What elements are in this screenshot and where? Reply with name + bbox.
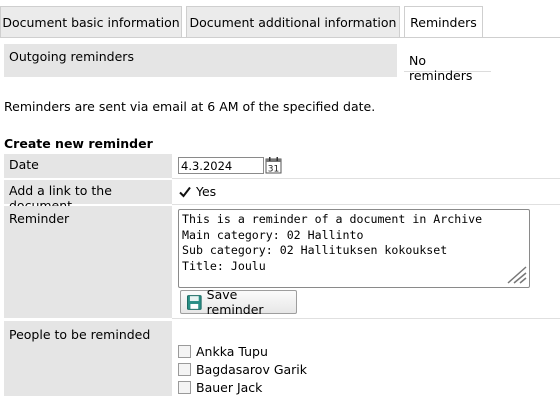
person-checkbox[interactable] <box>178 362 191 376</box>
row-divider <box>172 318 560 319</box>
person-item[interactable]: Bagdasarov Garik <box>178 361 307 377</box>
info-text: Reminders are sent via email at 6 AM of … <box>4 99 376 114</box>
tab-label: Document basic information <box>2 14 180 30</box>
add-link-label: Add a link to the document <box>4 180 172 213</box>
create-reminder-title: Create new reminder <box>4 136 153 151</box>
outgoing-reminders-label: Outgoing reminders <box>4 44 397 77</box>
save-reminder-button[interactable]: Save reminder <box>180 287 297 317</box>
tab-reminders[interactable]: Reminders <box>404 6 483 38</box>
row-divider <box>172 204 560 205</box>
tab-divider <box>0 37 560 38</box>
people-label: People to be reminded <box>4 321 172 396</box>
person-item[interactable]: Bauer Jack <box>178 379 262 395</box>
person-name: Bauer Jack <box>196 379 263 395</box>
person-checkbox[interactable] <box>178 380 191 394</box>
tab-bar: Document basic information Document addi… <box>0 0 560 38</box>
date-label: Date <box>4 154 172 178</box>
resize-handle-icon[interactable] <box>504 263 528 285</box>
floppy-disk-icon <box>187 294 202 310</box>
tab-additional-information[interactable]: Document additional information <box>186 6 400 37</box>
date-input[interactable] <box>178 157 264 174</box>
person-name: Ankka Tupu <box>196 343 268 359</box>
person-checkbox[interactable] <box>178 344 191 358</box>
calendar-icon[interactable]: 31 <box>265 156 282 174</box>
outgoing-reminders-value: No reminders <box>404 46 491 83</box>
reminder-textarea[interactable]: This is a reminder of a document in Arch… <box>178 209 530 288</box>
row-divider <box>172 178 560 179</box>
add-link-yes-label: Yes <box>196 184 217 199</box>
save-reminder-label: Save reminder <box>206 287 264 317</box>
reminder-label: Reminder <box>4 206 172 318</box>
person-name: Bagdasarov Garik <box>196 361 308 377</box>
tab-label: Reminders <box>410 15 477 30</box>
tab-basic-information[interactable]: Document basic information <box>0 6 182 37</box>
tab-label: Document additional information <box>189 14 397 30</box>
person-item[interactable]: Ankka Tupu <box>178 343 268 359</box>
svg-text:31: 31 <box>268 165 279 175</box>
add-link-checkbox[interactable] <box>178 185 192 199</box>
